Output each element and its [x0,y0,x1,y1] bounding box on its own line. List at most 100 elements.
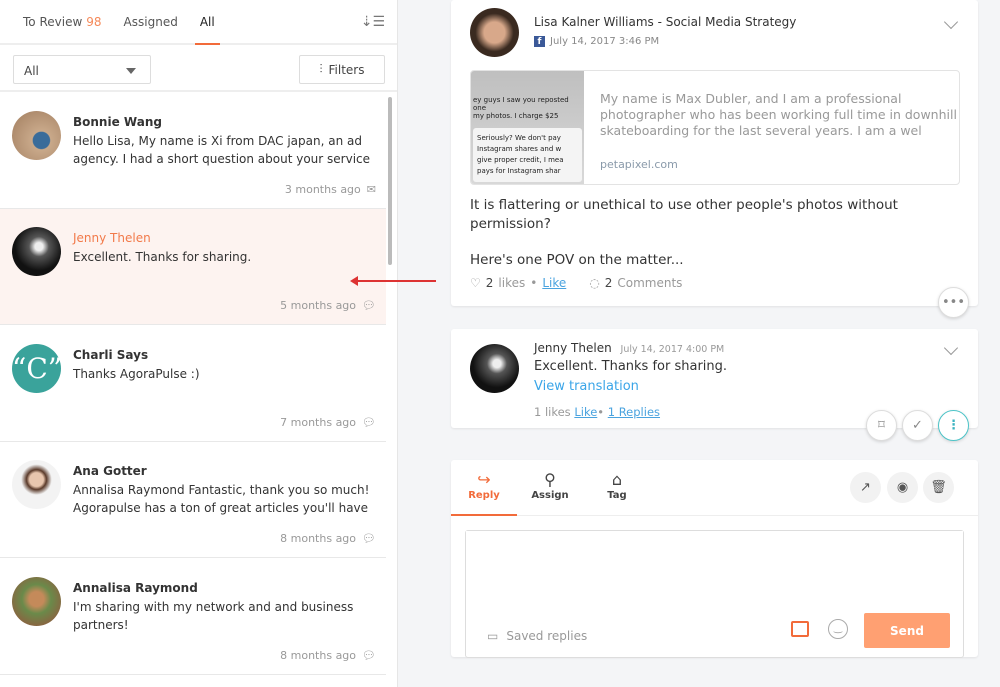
tab-assigned[interactable]: Assigned [124,0,178,44]
inbox-panel: To Review 98 Assigned All ⇣☰ All ⫶ Filters… [0,0,398,687]
type-select[interactable]: All [13,55,151,84]
emoji-icon[interactable]: ‿ [828,619,848,639]
kebab-menu-button[interactable]: ⋮ [938,410,969,441]
reply-composer: ▭ Saved replies ‿ Send [465,530,964,658]
item-name: Annalisa Raymond [73,581,198,595]
bookmark-button[interactable]: ⌑ [866,410,897,441]
item-name: Ana Gotter [73,464,147,478]
time-text: 8 months ago [280,649,357,662]
time-text: 5 months ago [280,299,357,312]
tab-label: To Review [23,15,83,29]
item-text: Thanks AgoraPulse :) [73,367,200,381]
review-count-badge: 98 [86,15,102,29]
tab-to-review[interactable]: To Review 98 [23,0,102,44]
item-name: Bonnie Wang [73,115,162,129]
post-text: It is flattering or unethical to use oth… [470,196,960,270]
item-time: 8 months ago 💬︎ [280,649,376,662]
list-item[interactable]: Jenny Thelen Excellent. Thanks for shari… [0,209,386,325]
item-text: I'm sharing with my network and and busi… [73,600,354,632]
item-text: Hello Lisa, My name is Xi from DAC japan… [73,134,371,166]
list-item[interactable]: “C” Charli Says Thanks AgoraPulse :) 7 m… [0,326,386,442]
reply-input[interactable] [466,531,963,599]
comments-label[interactable]: Comments [617,276,682,290]
saved-replies-label: Saved replies [506,629,588,643]
comment-icon: 💬︎ [362,532,376,545]
like-link[interactable]: Like [542,276,566,290]
filters-label: Filters [328,62,365,77]
list-item[interactable]: Bonnie Wang Hello Lisa, My name is Xi fr… [0,93,386,209]
sort-icon[interactable]: ⇣☰ [361,14,385,30]
item-name: Jenny Thelen [73,231,151,245]
item-text: Excellent. Thanks for sharing. [73,250,252,264]
post-date: f July 14, 2017 3:46 PM [534,36,659,47]
list-item[interactable]: Annalisa Raymond I'm sharing with my net… [0,559,386,675]
avatar [12,577,61,626]
like-link[interactable]: Like [574,405,597,419]
post-stats: ♡ 2 likes • Like ◌ 2 Comments [470,276,683,290]
facebook-icon: f [534,36,545,47]
delete-button[interactable]: 🗑︎ [923,472,954,503]
comment-icon: 💬︎ [362,299,376,312]
post-paragraph: It is flattering or unethical to use oth… [470,197,898,232]
tab-label: Tag [607,490,627,501]
thumb-text: my photos. I charge $25 [473,112,559,120]
tab-assign[interactable]: ⚲ Assign [517,460,583,516]
tab-all[interactable]: All [194,0,220,45]
list-item[interactable]: Ana Gotter Annalisa Raymond Fantastic, t… [0,442,386,558]
date-text: July 14, 2017 3:46 PM [550,36,660,47]
comment-header: Jenny Thelen July 14, 2017 4:00 PM [534,341,724,355]
view-translation-link[interactable]: View translation [534,379,639,394]
item-time: 8 months ago 💬︎ [280,532,376,545]
avatar [470,344,519,393]
thumb-text: ey guys I saw you reposted one [473,96,569,112]
avatar [12,227,61,276]
comment-card: Jenny Thelen July 14, 2017 4:00 PM Excel… [451,329,978,428]
send-button[interactable]: Send [864,613,950,648]
filter-bar: All ⫶ Filters [0,45,397,92]
hide-button[interactable]: ◉ [887,472,918,503]
comment-stats: 1 likes Like• 1 Replies [534,405,661,419]
avatar [12,111,61,160]
item-name: Charli Says [73,348,149,362]
scrollbar[interactable] [388,97,392,265]
heart-icon: ♡ [470,276,481,290]
caret-down-icon [126,68,136,74]
thumb-text: Seriously? We don't pay Instagram shares… [473,128,582,182]
tag-icon: ⌂ [611,470,623,489]
camera-icon[interactable] [791,621,809,637]
comment-icon: ◌ [589,276,600,290]
tab-tag[interactable]: ⌂ Tag [584,460,650,516]
tab-label: Reply [468,490,500,501]
comment-date: July 14, 2017 4:00 PM [620,344,725,355]
select-value: All [24,64,39,78]
reply-tabs: ↪ Reply ⚲ Assign ⌂ Tag ↗ ◉ 🗑︎ [451,460,978,516]
filters-button[interactable]: ⫶ Filters [299,55,385,84]
comment-icon: 💬︎ [362,416,376,429]
post-card: Lisa Kalner Williams - Social Media Stra… [451,0,978,306]
avatar: “C” [12,344,62,393]
chevron-down-icon[interactable] [943,14,959,30]
reply-icon: ↪ [477,470,491,489]
chevron-down-icon[interactable] [943,340,959,356]
link-thumbnail: ey guys I saw you reposted one my photos… [471,71,584,184]
comment-text: Excellent. Thanks for sharing. [534,359,728,374]
open-external-button[interactable]: ↗ [850,472,881,503]
post-author: Lisa Kalner Williams - Social Media Stra… [534,15,797,29]
item-time: 3 months ago ✉ [285,183,376,196]
user-check-icon: ⚲ [544,470,556,489]
link-preview[interactable]: ey guys I saw you reposted one my photos… [470,70,960,185]
saved-replies-icon: ▭ [487,629,499,643]
likes-label: likes [498,276,526,290]
item-time: 5 months ago 💬︎ [280,299,376,312]
time-text: 3 months ago [284,183,361,196]
item-time: 7 months ago 💬︎ [280,416,376,429]
replies-link[interactable]: 1 Replies [608,405,660,419]
saved-replies-button[interactable]: ▭ Saved replies [487,629,587,643]
inbox-tabs: To Review 98 Assigned All ⇣☰ [0,0,397,45]
link-description: My name is Max Dubler, and I am a profes… [600,91,957,138]
likes-text: 1 likes [534,405,571,419]
tab-reply[interactable]: ↪ Reply [451,460,517,516]
likes-count: 2 [485,276,494,290]
more-options-button[interactable]: ••• [938,287,969,318]
check-button[interactable]: ✓ [902,410,933,441]
